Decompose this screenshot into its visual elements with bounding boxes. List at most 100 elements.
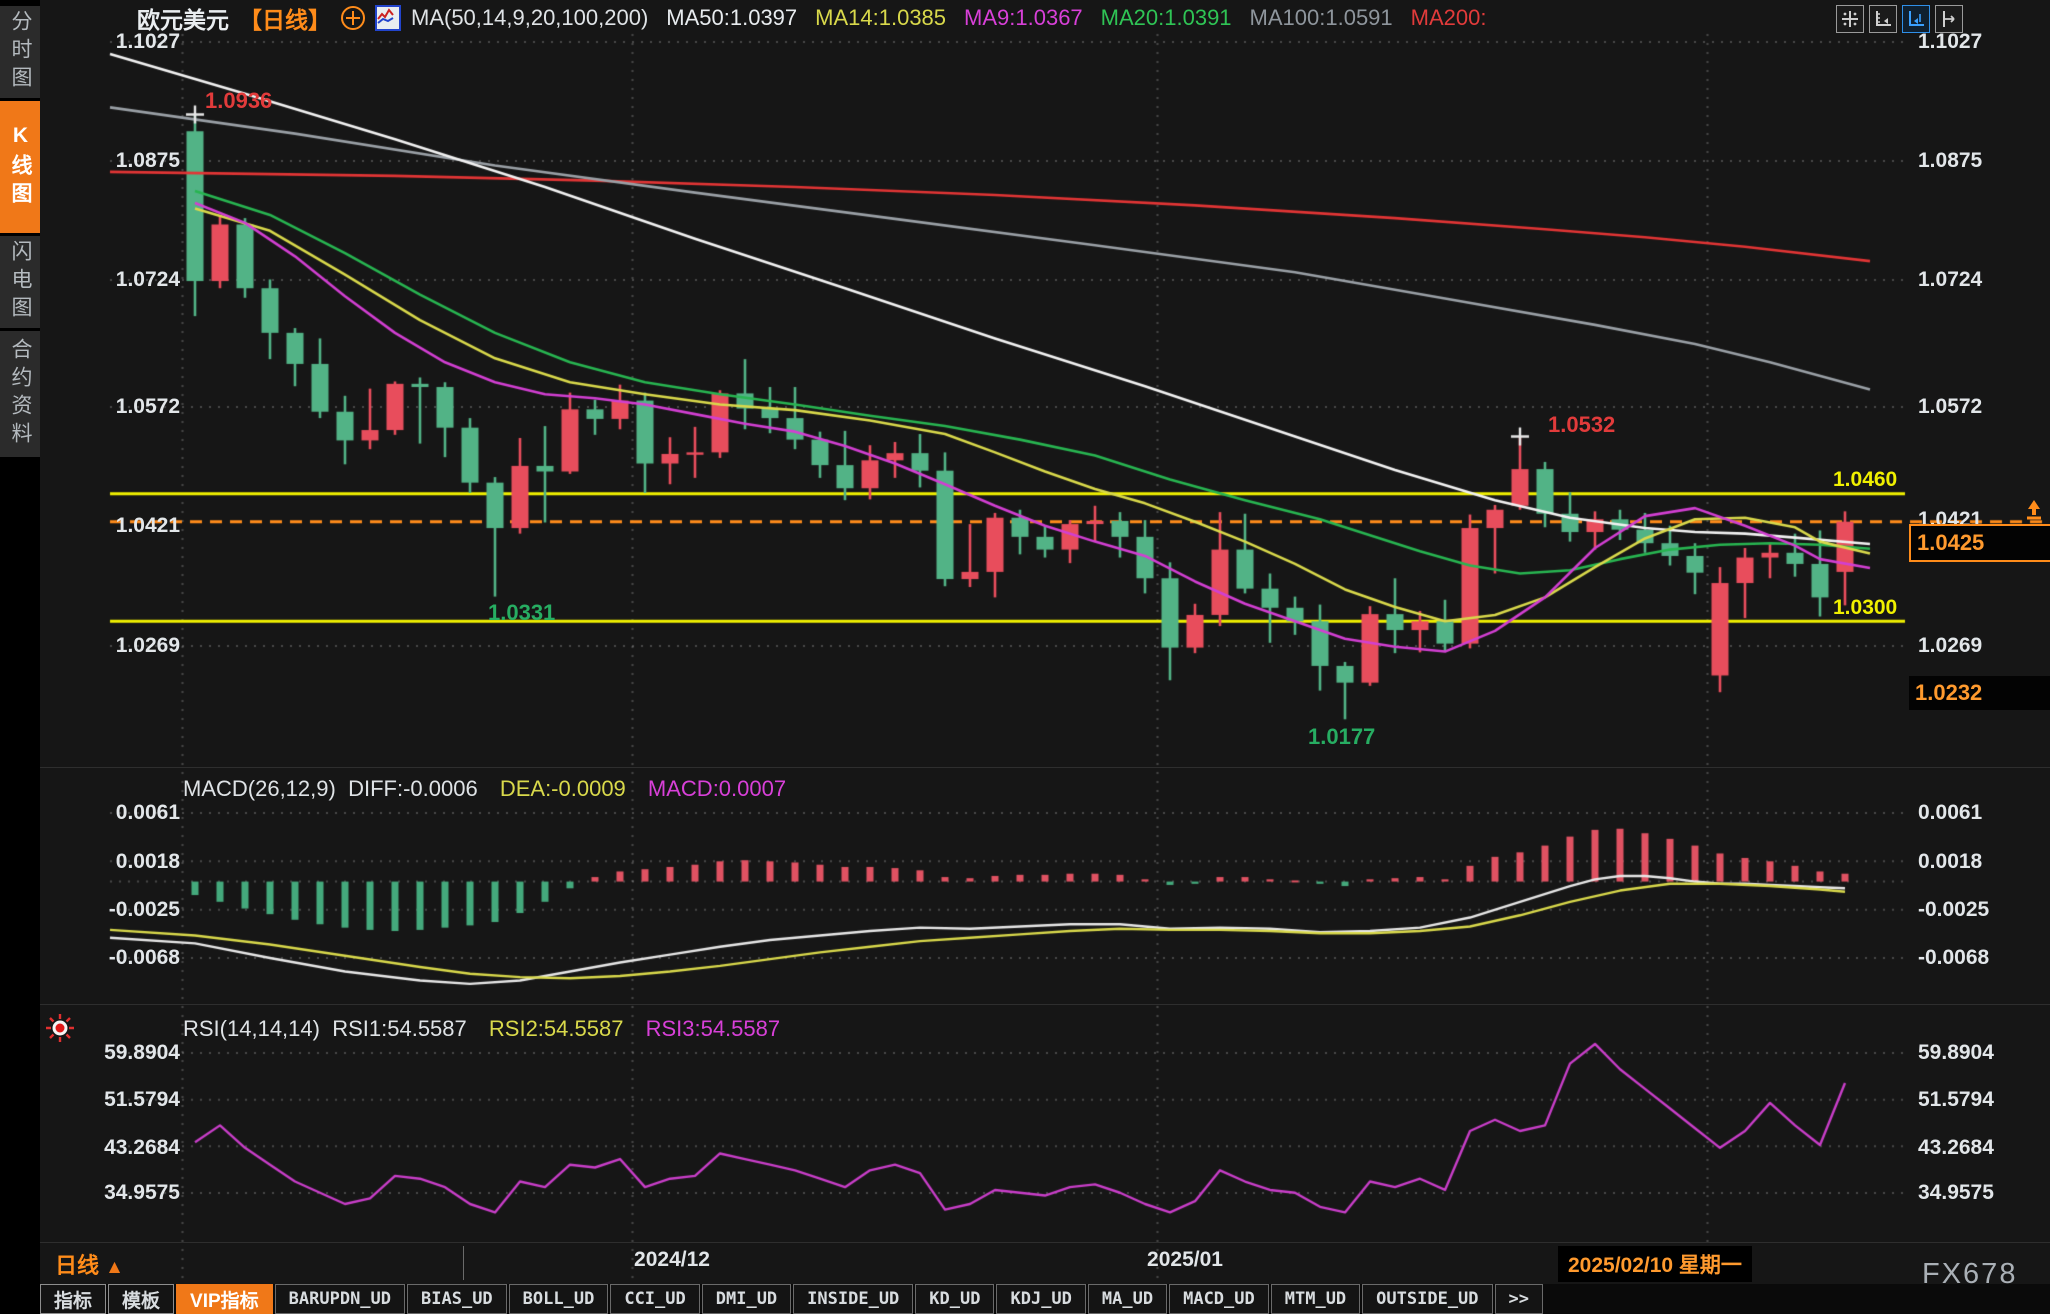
alert-target-icon[interactable]	[44, 1012, 76, 1049]
sidebar-item-flash-chart[interactable]: 闪电图	[0, 236, 40, 328]
pane-settings-button[interactable]	[1935, 5, 1963, 33]
macd-tick-right: 0.0018	[1918, 850, 1982, 874]
left-axis-button[interactable]	[1869, 5, 1897, 33]
sidebar-item-label: 合约资料	[5, 338, 35, 450]
tab-vip-indicators[interactable]: VIP指标	[176, 1284, 273, 1314]
sidebar-item-contract-info[interactable]: 合约资料	[0, 331, 40, 457]
ma14-value: MA14:1.0385	[815, 5, 946, 31]
tab-ma-ud[interactable]: MA_UD	[1088, 1284, 1167, 1314]
price-tick-left: 1.0269	[60, 634, 180, 658]
last-price-box: 1.0425	[1909, 524, 2050, 562]
low-price-label: 1.0331	[488, 600, 555, 626]
tab-dmi-ud[interactable]: DMI_UD	[702, 1284, 791, 1314]
ma20-value: MA20:1.0391	[1101, 5, 1232, 31]
macd-header: MACD(26,12,9) DIFF:-0.0006 DEA:-0.0009 M…	[183, 776, 786, 802]
sidebar-item-candle-chart[interactable]: K线图	[0, 101, 40, 233]
chart-app: 分时图 K线图 闪电图 合约资料 欧元美元 【日线】 MA(50,14,9,20…	[0, 0, 2050, 1314]
macd-diff-value: DIFF:-0.0006	[348, 776, 478, 801]
tab-boll-ud[interactable]: BOLL_UD	[509, 1284, 609, 1314]
pane-divider	[40, 767, 2050, 768]
sidebar-item-time-chart[interactable]: 分时图	[0, 6, 40, 98]
period-label: 【日线】	[239, 1, 331, 35]
rsi-header: RSI(14,14,14) RSI1:54.5587 RSI2:54.5587 …	[183, 1016, 780, 1042]
macd-tick-left: -0.0068	[60, 946, 180, 970]
macd-tick-right: 0.0061	[1918, 801, 1982, 825]
pane-divider	[40, 1004, 2050, 1005]
chart-canvas[interactable]	[0, 0, 2050, 1314]
price-tick-right: 1.0724	[1918, 268, 1982, 292]
rsi2-value: RSI2:54.5587	[489, 1016, 624, 1041]
rsi3-value: RSI3:54.5587	[646, 1016, 781, 1041]
indicator-toolbar: 指标 模板 VIP指标 BARUPDN_UD BIAS_UD BOLL_UD C…	[40, 1284, 2050, 1314]
macd-value: MACD:0.0007	[648, 776, 786, 801]
tab-cci-ud[interactable]: CCI_UD	[610, 1284, 699, 1314]
rsi-tick-right: 34.9575	[1918, 1181, 1994, 1205]
price-tick-left: 1.0421	[60, 514, 180, 538]
rsi1-value: RSI1:54.5587	[332, 1016, 467, 1041]
ma100-value: MA100:1.0591	[1250, 5, 1393, 31]
chart-tool-buttons	[1836, 5, 1963, 33]
tab-outside-ud[interactable]: OUTSIDE_UD	[1362, 1284, 1492, 1314]
macd-tick-left: -0.0025	[60, 898, 180, 922]
rsi-tick-left: 59.8904	[60, 1041, 180, 1065]
tab-bias-ud[interactable]: BIAS_UD	[407, 1284, 507, 1314]
swing-high-label: 1.0532	[1548, 412, 1615, 438]
price-alert-arrow-icon	[2022, 498, 2046, 527]
right-axis-button-selected[interactable]	[1902, 5, 1930, 33]
symbol-name: 欧元美元	[137, 1, 229, 35]
macd-dea-value: DEA:-0.0009	[500, 776, 626, 801]
rsi-title: RSI(14,14,14)	[183, 1016, 320, 1041]
price-tick-right: 1.0269	[1918, 634, 1982, 658]
tab-barupdn-ud[interactable]: BARUPDN_UD	[275, 1284, 405, 1314]
sidebar-item-label: 闪电图	[5, 240, 35, 324]
high-price-label: 1.0936	[205, 88, 272, 114]
ma200-value: MA200:	[1411, 5, 1487, 31]
chart-header: 欧元美元 【日线】 MA(50,14,9,20,100,200) MA50:1.…	[137, 4, 1486, 32]
triangle-up-icon: ▲	[105, 1257, 124, 1278]
price-tick-right: 1.1027	[1918, 30, 1982, 54]
low-price-label-2: 1.0177	[1308, 724, 1375, 750]
tab-indicators[interactable]: 指标	[40, 1284, 106, 1314]
price-tick-left: 1.0572	[60, 395, 180, 419]
macd-tick-left: 0.0061	[60, 801, 180, 825]
price-tick-right: 1.0572	[1918, 395, 1982, 419]
ma-params-label: MA(50,14,9,20,100,200)	[411, 5, 648, 31]
sidebar-item-label: K线图	[5, 124, 35, 210]
support-level-label: 1.0300	[1833, 596, 1897, 620]
time-axis-tick	[463, 1246, 464, 1280]
tab-templates[interactable]: 模板	[108, 1284, 174, 1314]
tab-kdj-ud[interactable]: KDJ_UD	[996, 1284, 1085, 1314]
rsi-tick-left: 43.2684	[60, 1136, 180, 1160]
tab-kd-ud[interactable]: KD_UD	[915, 1284, 994, 1314]
chart-type-icon[interactable]	[375, 5, 401, 31]
rsi-tick-right: 59.8904	[1918, 1041, 1994, 1065]
macd-title: MACD(26,12,9)	[183, 776, 336, 801]
tab-inside-ud[interactable]: INSIDE_UD	[793, 1284, 913, 1314]
month-label: 2024/12	[634, 1248, 710, 1272]
rsi-tick-right: 51.5794	[1918, 1088, 1994, 1112]
current-date-label: 2025/02/10 星期一	[1558, 1246, 1752, 1282]
rsi-tick-right: 43.2684	[1918, 1136, 1994, 1160]
tab-more[interactable]: >>	[1495, 1284, 1543, 1314]
period-selector-label: 日线	[55, 1253, 99, 1278]
price-tick-left: 1.0724	[60, 268, 180, 292]
sidebar-item-label: 分时图	[5, 10, 35, 94]
target-add-icon[interactable]	[341, 6, 365, 30]
price-tick-right: 1.0875	[1918, 149, 1982, 173]
month-label: 2025/01	[1147, 1248, 1223, 1272]
period-selector[interactable]: 日线 ▲	[55, 1248, 124, 1280]
macd-tick-left: 0.0018	[60, 850, 180, 874]
price-tick-left: 1.0875	[60, 149, 180, 173]
sidebar: 分时图 K线图 闪电图 合约资料	[0, 0, 40, 1314]
tab-mtm-ud[interactable]: MTM_UD	[1271, 1284, 1360, 1314]
ma9-value: MA9:1.0367	[964, 5, 1083, 31]
tab-macd-ud[interactable]: MACD_UD	[1169, 1284, 1269, 1314]
ma50-value: MA50:1.0397	[666, 5, 797, 31]
aux-price-box: 1.0232	[1909, 676, 2050, 710]
macd-tick-right: -0.0025	[1918, 898, 1989, 922]
macd-tick-right: -0.0068	[1918, 946, 1989, 970]
resistance-level-label: 1.0460	[1833, 468, 1897, 492]
rsi-tick-left: 51.5794	[60, 1088, 180, 1112]
rsi-tick-left: 34.9575	[60, 1181, 180, 1205]
crosshair-move-button[interactable]	[1836, 5, 1864, 33]
